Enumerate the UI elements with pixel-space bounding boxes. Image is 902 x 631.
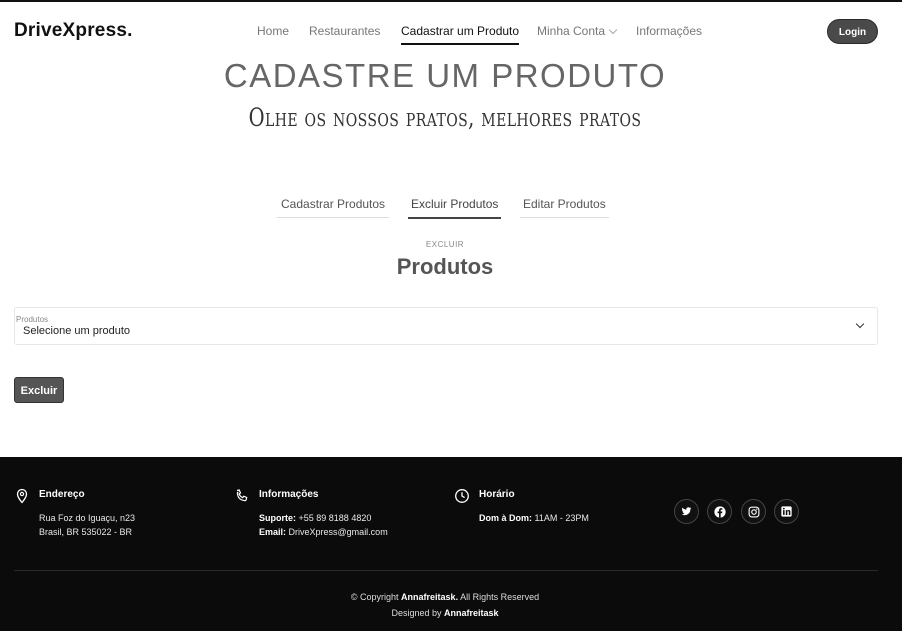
footer-address-line2: Brasil, BR 535022 - BR [39,527,133,537]
designed-owner[interactable]: Annafreitask [444,608,499,618]
hours-value: 11AM - 23PM [534,513,589,523]
nav-restaurantes[interactable]: Restaurantes [309,24,380,38]
instagram-icon [748,506,759,517]
nav-cadastrar-produto[interactable]: Cadastrar um Produto [401,24,520,45]
linkedin-icon [781,506,792,517]
product-select-value: Selecione um produto [23,325,131,337]
footer-designed-by: Designed by Annafreitask [0,608,890,618]
section-title: Produtos [396,254,494,279]
phone-icon [236,489,248,502]
hours-label: Dom à Dom: [479,513,533,523]
chevron-down-icon [608,25,618,35]
page-subtitle: Olhe os nossos pratos, melhores pratos [248,103,642,132]
site-footer: Endereço Rua Foz do Iguaçu, n23 Brasil, … [0,457,902,631]
site-header: DriveXpress. Home Restaurantes Cadastrar… [0,2,902,58]
tab-editar-produtos[interactable]: Editar Produtos [520,197,609,218]
product-select[interactable]: Produtos Selecione um produto [14,307,878,345]
facebook-icon [713,505,726,518]
facebook-link[interactable] [707,499,732,524]
clock-icon [455,489,469,503]
footer-support: Suporte: +55 89 8188 4820 [259,513,371,523]
copyright-owner: Annafreitask. [401,592,459,602]
map-pin-icon [16,488,28,504]
twitter-icon [681,507,692,516]
email-value[interactable]: DriveXpress@gmail.com [289,527,388,537]
main-nav: Home Restaurantes Cadastrar um Produto M… [0,2,902,58]
chevron-down-icon [855,319,865,329]
designed-prefix: Designed by [391,608,442,618]
tab-cadastrar-produtos[interactable]: Cadastrar Produtos [277,197,390,218]
nav-minha-conta[interactable]: Minha Conta [537,24,618,38]
footer-copyright: © Copyright Annafreitask. All Rights Res… [0,592,890,602]
email-label: Email: [259,527,287,537]
instagram-link[interactable] [741,499,766,524]
section-kicker: EXCLUIR [425,240,465,249]
footer-divider [14,570,878,571]
copyright-prefix: © Copyright [350,592,399,602]
twitter-link[interactable] [674,499,699,524]
footer-hours-title: Horário [479,489,515,500]
linkedin-link[interactable] [774,499,799,524]
support-value: +55 89 8188 4820 [298,513,372,523]
nav-minha-conta-label: Minha Conta [537,24,606,38]
footer-email: Email: DriveXpress@gmail.com [259,527,388,537]
delete-button[interactable]: Excluir [14,377,64,403]
product-select-label: Produtos [16,315,49,324]
copyright-suffix: All Rights Reserved [460,592,540,602]
support-label: Suporte: [259,513,296,523]
tab-excluir-produtos[interactable]: Excluir Produtos [408,197,502,219]
page-title: CADASTRE UM PRODUTO [223,57,667,94]
footer-info-title: Informações [259,489,319,500]
nav-home[interactable]: Home [257,24,289,38]
footer-hours-line: Dom à Dom: 11AM - 23PM [479,513,589,523]
nav-informacoes[interactable]: Informações [636,24,702,38]
footer-address-title: Endereço [39,489,85,500]
login-button[interactable]: Login [827,19,878,44]
footer-address-line1: Rua Foz do Iguaçu, n23 [39,513,136,523]
